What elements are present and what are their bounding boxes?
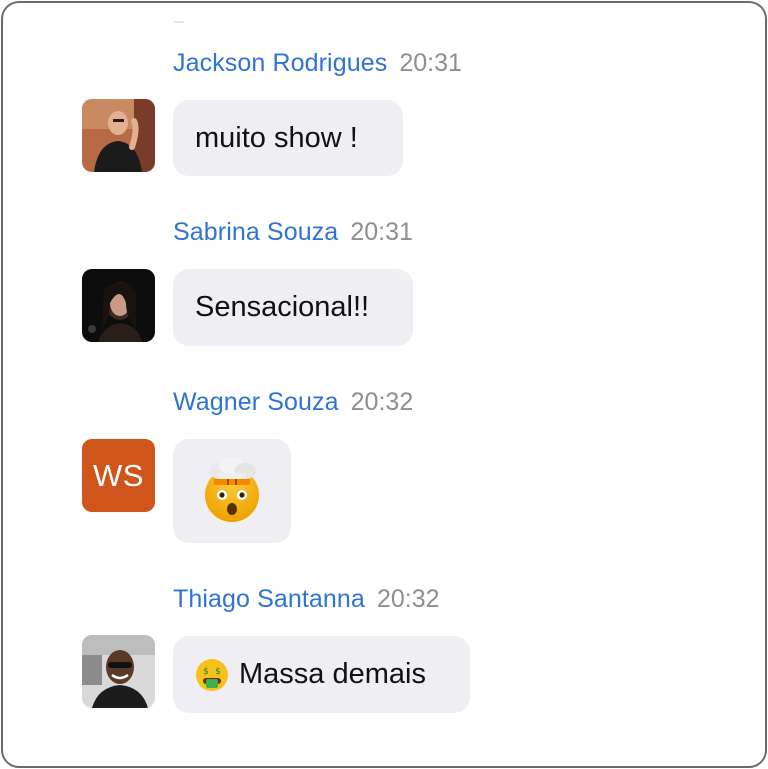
scroll-fade-mark xyxy=(174,21,184,23)
svg-text:$: $ xyxy=(203,667,209,677)
sender-name[interactable]: Wagner Souza xyxy=(173,388,339,417)
svg-text:$: $ xyxy=(215,667,221,677)
avatar-photo-thiago xyxy=(82,635,155,708)
chat-window: Jackson Rodrigues 20:31 muito show ! Sab… xyxy=(1,1,767,768)
message-header: Jackson Rodrigues 20:31 xyxy=(173,49,462,78)
message-header: Thiago Santanna 20:32 xyxy=(173,585,440,614)
sender-name[interactable]: Thiago Santanna xyxy=(173,585,365,614)
message-text: Massa demais xyxy=(239,658,426,690)
message-timestamp: 20:31 xyxy=(399,49,462,77)
message-bubble[interactable]: $ $ Massa demais xyxy=(173,636,470,713)
avatar[interactable] xyxy=(82,269,155,342)
message-timestamp: 20:32 xyxy=(376,585,440,613)
avatar-initials[interactable]: WS xyxy=(82,439,155,512)
message-text: muito show ! xyxy=(195,121,358,154)
avatar[interactable] xyxy=(82,635,155,708)
money-mouth-face-emoji-icon: $ $ xyxy=(195,658,229,692)
sender-name[interactable]: Sabrina Souza xyxy=(173,218,338,247)
avatar-photo-sabrina xyxy=(82,269,155,342)
exploding-head-emoji-icon xyxy=(205,458,259,522)
sender-name[interactable]: Jackson Rodrigues xyxy=(173,49,387,78)
message-text: Sensacional!! xyxy=(195,291,370,323)
message-timestamp: 20:31 xyxy=(350,218,413,246)
message-bubble[interactable]: Sensacional!! xyxy=(173,269,413,346)
message-header: Wagner Souza 20:32 xyxy=(173,388,413,417)
message-timestamp: 20:32 xyxy=(350,388,414,416)
avatar[interactable] xyxy=(82,99,155,172)
message-bubble[interactable]: muito show ! xyxy=(173,100,403,176)
message-header: Sabrina Souza 20:31 xyxy=(173,218,413,247)
avatar-photo-jackson xyxy=(82,99,155,172)
message-bubble[interactable] xyxy=(173,439,291,543)
